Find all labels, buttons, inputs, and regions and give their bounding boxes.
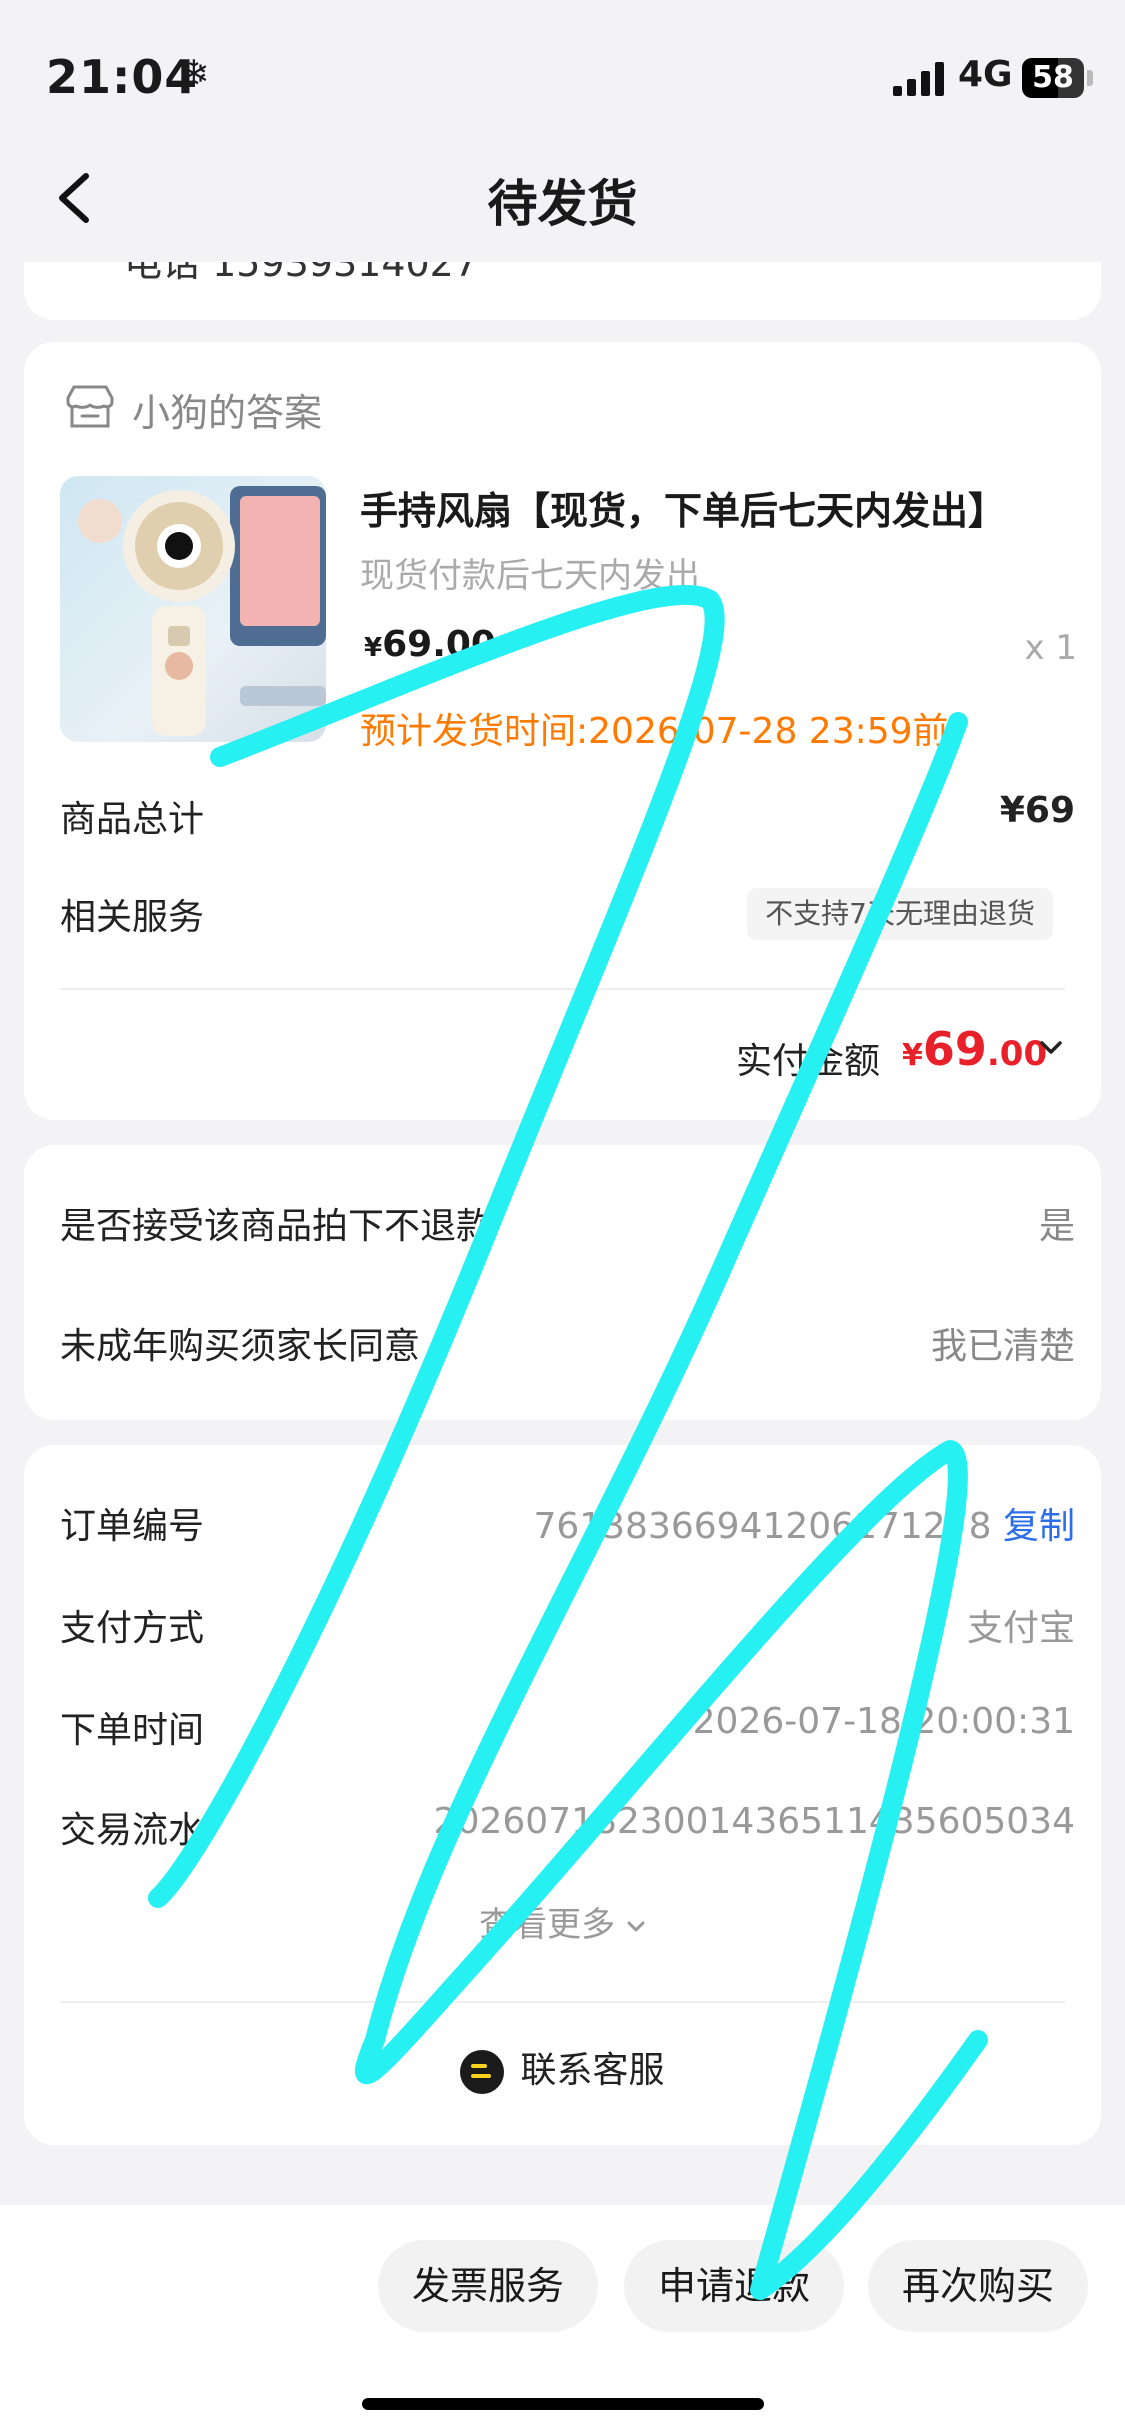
view-more-label: 查看更多 — [479, 1905, 616, 1945]
no-refund-question: 是否接受该商品拍下不退款 — [60, 1206, 493, 1247]
order-no-label: 订单编号 — [60, 1506, 205, 1547]
paid-int: 69 — [922, 1022, 987, 1076]
service-badge: 不支持7天无理由退货 — [747, 888, 1053, 940]
pay-method-value: 支付宝 — [966, 1608, 1075, 1649]
address-card: 电话 15939314027 — [24, 262, 1101, 320]
network-type: 4G — [958, 54, 1013, 95]
price-symbol: ¥ — [364, 633, 383, 663]
product-title[interactable]: 手持风扇【现货，下单后七天内发出】 — [360, 480, 1006, 535]
apply-refund-button[interactable]: 申请退款 — [624, 2240, 844, 2332]
order-no-row: 76138366941206171278 复制 — [533, 1497, 1075, 1549]
goods-total-label: 商品总计 — [60, 799, 205, 840]
trade-no-label: 交易流水 — [60, 1810, 205, 1851]
product-quantity: x 1 — [1024, 628, 1077, 668]
order-time-value: 2026-07-18 20:00:31 — [692, 1701, 1075, 1742]
battery-icon: 58 — [1022, 58, 1084, 98]
service-label: 相关服务 — [60, 897, 205, 938]
page-title: 待发货 — [487, 175, 638, 233]
product-price: ¥69.00 — [364, 624, 496, 665]
fan-illustration — [78, 486, 326, 736]
product-card: 小狗的答案 手持风扇【现货，下单后七天内发出】 现货付款后七天内发出 ¥69.0… — [24, 342, 1101, 1120]
invoice-service-button[interactable]: 发票服务 — [378, 2240, 598, 2332]
home-indicator — [362, 2398, 764, 2410]
copy-button[interactable]: 复制 — [1003, 1506, 1075, 1547]
product-subtitle: 现货付款后七天内发出 — [360, 556, 700, 596]
view-more-button[interactable]: 查看更多 — [24, 1897, 1101, 1946]
shop-icon — [66, 385, 114, 428]
cellular-signal-icon — [893, 62, 944, 96]
status-time: 21:04 — [46, 50, 198, 104]
chat-bubble-icon — [460, 2050, 505, 2094]
policy-card: 是否接受该商品拍下不退款 是 未成年购买须家长同意 我已清楚 — [24, 1145, 1101, 1420]
estimated-ship-time: 预计发货时间:2026-07-28 23:59前 — [360, 711, 949, 752]
battery-percent: 58 — [1032, 60, 1074, 95]
minor-consent-question: 未成年购买须家长同意 — [60, 1326, 421, 1367]
chevron-down-icon[interactable] — [1038, 1038, 1064, 1058]
goods-total-value: ¥69 — [999, 790, 1075, 831]
contact-service-button[interactable]: 联系客服 — [24, 2041, 1101, 2094]
paid-amount-label[interactable]: 实付金额 — [736, 1032, 880, 1084]
pay-method-label: 支付方式 — [60, 1608, 205, 1649]
paid-amount-value[interactable]: ¥69.00 — [902, 1022, 1047, 1076]
contact-service-label: 联系客服 — [520, 2050, 665, 2091]
divider — [60, 2001, 1065, 2003]
battery-tip — [1087, 70, 1093, 86]
minor-consent-answer: 我已清楚 — [930, 1326, 1075, 1367]
order-time-label: 下单时间 — [60, 1710, 205, 1751]
price-value: 69.00 — [382, 624, 496, 665]
snowflake-icon: ❄ — [178, 52, 210, 96]
order-details-card: 订单编号 76138366941206171278 复制 支付方式 支付宝 下单… — [24, 1445, 1101, 2145]
shop-name[interactable]: 小狗的答案 — [132, 382, 322, 437]
order-no-value: 76138366941206171278 — [533, 1506, 992, 1547]
trade-no-value: 2026071823001436511435605034 — [433, 1801, 1075, 1842]
buy-again-button[interactable]: 再次购买 — [868, 2240, 1088, 2332]
paid-symbol: ¥ — [902, 1038, 923, 1073]
phone-partial-text: 电话 15939314027 — [124, 262, 479, 285]
product-image[interactable] — [60, 476, 326, 742]
status-bar: 21:04 ❄ 4G 58 — [0, 0, 1125, 140]
chevron-down-icon — [627, 1921, 645, 1931]
no-refund-answer: 是 — [1038, 1206, 1075, 1247]
divider — [60, 988, 1065, 990]
